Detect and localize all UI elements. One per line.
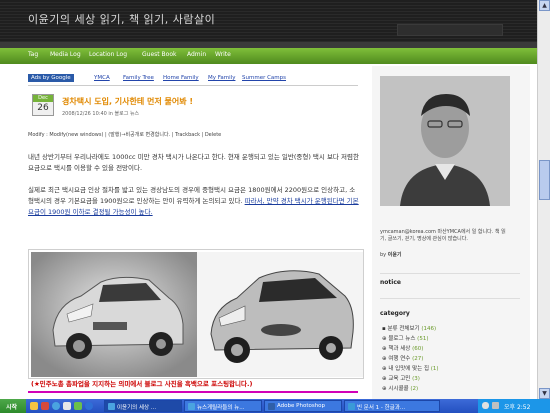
divider — [28, 85, 358, 86]
car-photo-left[interactable] — [31, 252, 197, 377]
category-heading: category — [380, 310, 410, 317]
taskbar-button-label: 이윤기의 세상 ... — [117, 405, 157, 411]
quick-launch-icon[interactable] — [74, 402, 82, 410]
hwp-icon — [348, 403, 355, 410]
scroll-thumb[interactable] — [539, 160, 550, 200]
post-admin-links[interactable]: Modify : Modify(new windows) | (발행)→비공개로… — [28, 131, 221, 138]
taskbar-button-label: 뉴스게릴라들의 뉴... — [197, 405, 245, 411]
taskbar-button-news[interactable]: 뉴스게릴라들의 뉴... — [184, 400, 262, 412]
quick-launch-icon[interactable] — [85, 402, 93, 410]
taskbar-button-label: Adobe Photoshop — [277, 403, 326, 409]
site-header: 이윤기의 세상 읽기, 책 읽기, 사람살이 — [0, 0, 550, 42]
category-label: 교육 고민 — [388, 376, 411, 382]
nav-item-tag[interactable]: Tag — [28, 51, 38, 58]
author-name[interactable]: 이윤기 — [388, 252, 402, 258]
photoshop-icon — [268, 403, 275, 410]
category-item-restaurants[interactable]: ⊕ 내 입맛에 맞는 집 (1) — [382, 364, 439, 372]
category-count: (27) — [412, 356, 424, 362]
car-photo-right[interactable] — [197, 252, 363, 377]
category-label: 시시콜콜 — [388, 386, 409, 392]
scroll-down-arrow-icon[interactable]: ▼ — [539, 388, 550, 399]
ad-link-ymca[interactable]: YMCA — [94, 75, 110, 81]
ie-icon — [108, 403, 115, 410]
category-count: (51) — [417, 336, 429, 342]
tray-icon[interactable] — [482, 402, 489, 409]
quick-launch-icon[interactable] — [52, 402, 60, 410]
category-item-travel[interactable]: ⊕ 여행 연수 (27) — [382, 354, 423, 362]
ad-link-family-tree[interactable]: Family Tree — [123, 75, 154, 81]
quick-launch — [30, 401, 100, 411]
quick-launch-icon[interactable] — [30, 402, 38, 410]
category-count: (3) — [412, 376, 420, 382]
category-label: 책과 세상 — [388, 346, 411, 352]
windows-taskbar: 시작 이윤기의 세상 ... 뉴스게릴라들의 뉴... Adobe Photos… — [0, 399, 550, 413]
post-paragraph-2: 실제로 최근 택시요금 인상 절차를 밟고 있는 경상남도의 경우에 중형택시 … — [28, 185, 360, 218]
divider — [380, 273, 520, 274]
sidebar: ymcaman@korea.com 마산YMCA에서 일 합니다. 책 읽기, … — [372, 66, 530, 399]
search-input[interactable] — [397, 24, 503, 36]
category-label: 블로그 뉴스 — [388, 336, 416, 342]
ad-link-my-family[interactable]: My Family — [208, 75, 235, 81]
main-nav: Tag Media Log Location Log Guest Book Ad… — [0, 48, 550, 64]
profile-author: by 이윤기 — [380, 251, 402, 258]
tray-icon[interactable] — [492, 402, 499, 409]
nav-item-media-log[interactable]: Media Log — [50, 51, 81, 58]
taskbar-clock[interactable]: 오후 2:52 — [504, 402, 530, 411]
post-meta: 2008/12/26 10:40 in 블로그 뉴스 — [62, 111, 140, 117]
site-title[interactable]: 이윤기의 세상 읽기, 책 읽기, 사람살이 — [28, 11, 215, 27]
profile-description: ymcaman@korea.com 마산YMCA에서 일 합니다. 책 읽기, … — [380, 229, 506, 242]
post-paragraph-1: 내년 상반기부터 우리나라에도 1000cc 미만 경차 택시가 나온다고 한다… — [28, 153, 359, 172]
category-item-misc[interactable]: ⊕ 시시콜콜 (2) — [382, 384, 418, 392]
quick-launch-icon[interactable] — [63, 402, 71, 410]
nav-item-guest-book[interactable]: Guest Book — [142, 51, 176, 58]
vertical-scrollbar[interactable]: ▲ ▼ — [537, 0, 550, 399]
category-label: 내 입맛에 맞는 집 — [388, 366, 430, 372]
category-item-blog-news[interactable]: ⊕ 블로그 뉴스 (51) — [382, 334, 428, 342]
category-label: 여행 연수 — [388, 356, 411, 362]
author-label: by — [380, 252, 387, 258]
taskbar-button-browser[interactable]: 이윤기의 세상 ... — [104, 400, 182, 412]
post-title[interactable]: 경차택시 도입, 기사한테 먼저 물어봐 ! — [62, 96, 193, 107]
car-photos — [28, 249, 364, 379]
scroll-up-arrow-icon[interactable]: ▲ — [539, 0, 550, 11]
category-item-all[interactable]: ▪ 분류 전체보기 (146) — [382, 324, 436, 332]
taskbar-button-photoshop[interactable]: Adobe Photoshop — [264, 400, 342, 412]
quick-launch-icon[interactable] — [41, 402, 49, 410]
category-count: (60) — [412, 346, 424, 352]
main-content: Ads by Google YMCA Family Tree Home Fami… — [22, 66, 366, 399]
profile-photo — [380, 76, 510, 206]
ads-label[interactable]: Ads by Google — [28, 74, 74, 82]
ie-icon — [188, 403, 195, 410]
category-item-books[interactable]: ⊕ 책과 세상 (60) — [382, 344, 423, 352]
category-item-education[interactable]: ⊕ 교육 고민 (3) — [382, 374, 420, 382]
nav-item-write[interactable]: Write — [215, 51, 231, 58]
notice-heading: notice — [380, 279, 401, 286]
browser-page: 이윤기의 세상 읽기, 책 읽기, 사람살이 Tag Media Log Loc… — [0, 0, 550, 413]
category-count: (146) — [421, 326, 437, 332]
taskbar-button-label: 빈 문서 1 - 한글과... — [357, 405, 406, 411]
date-badge: Dec 26 — [32, 94, 54, 116]
divider — [380, 298, 520, 299]
category-count: (1) — [430, 366, 439, 372]
date-day: 26 — [37, 103, 49, 113]
date-month: Dec — [33, 95, 53, 102]
nav-item-location-log[interactable]: Location Log — [89, 51, 127, 58]
protest-notice: (★민주노총 총파업을 지지하는 의미에서 블로그 사진을 흑백으로 포스팅합니… — [31, 380, 253, 388]
highlight-underline — [28, 391, 358, 393]
nav-item-admin[interactable]: Admin — [187, 51, 206, 58]
start-button[interactable]: 시작 — [0, 399, 26, 413]
taskbar-button-hwp[interactable]: 빈 문서 1 - 한글과... — [344, 400, 440, 412]
category-label: 분류 전체보기 — [387, 326, 420, 332]
category-count: (2) — [410, 386, 419, 392]
ad-link-summer-camps[interactable]: Summer Camps — [242, 75, 286, 81]
ad-link-home-family[interactable]: Home Family — [163, 75, 199, 81]
